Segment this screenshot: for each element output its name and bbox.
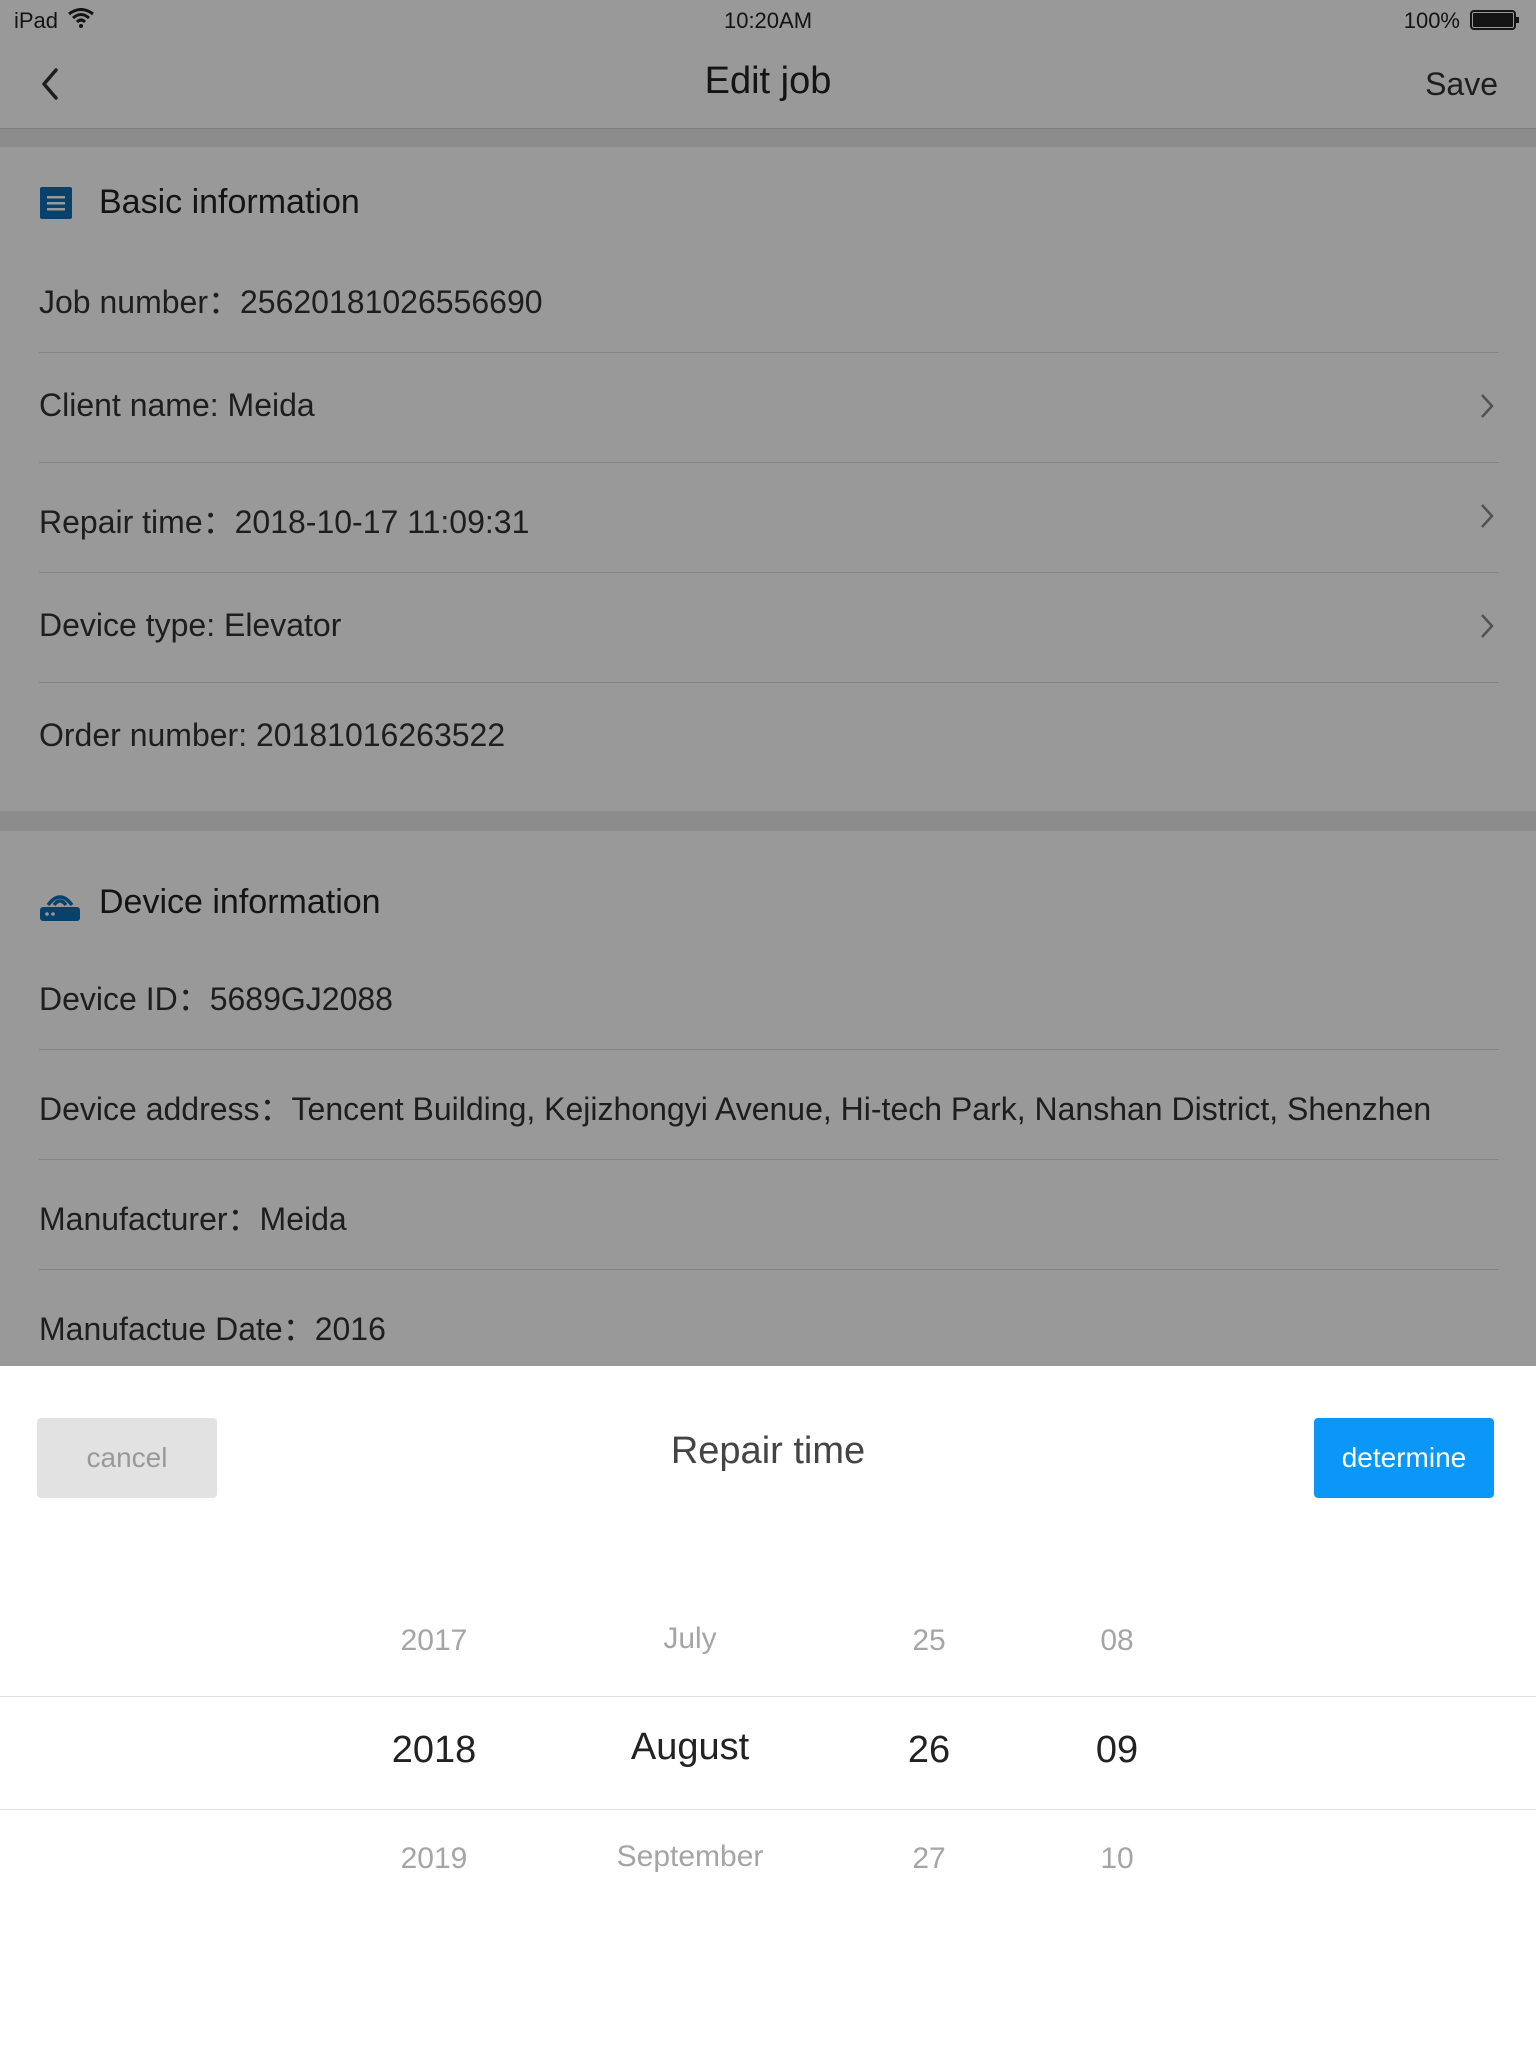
year-column[interactable]: 2017 2018 2019 [334, 1366, 534, 2048]
edit-job-screen: iPad 10:20AM 100% Edit job Save Basic in… [0, 0, 1536, 2048]
year-selected[interactable]: 2018 [334, 1729, 534, 1772]
month-column[interactable]: July August September [580, 1366, 800, 2048]
hour-column[interactable]: 08 09 10 [1037, 1366, 1197, 2048]
hour-option[interactable]: 08 [1037, 1624, 1197, 1658]
month-option[interactable]: September [580, 1840, 800, 1874]
modal-backdrop[interactable] [0, 0, 1536, 1366]
month-selected[interactable]: August [580, 1726, 800, 1769]
day-column[interactable]: 25 26 27 [849, 1366, 1009, 2048]
day-option[interactable]: 25 [849, 1624, 1009, 1658]
month-option[interactable]: July [580, 1622, 800, 1656]
determine-button[interactable]: determine [1314, 1418, 1494, 1498]
year-option[interactable]: 2017 [334, 1624, 534, 1658]
day-option[interactable]: 27 [849, 1842, 1009, 1876]
hour-selected[interactable]: 09 [1037, 1729, 1197, 1772]
hour-option[interactable]: 10 [1037, 1842, 1197, 1876]
year-option[interactable]: 2019 [334, 1842, 534, 1876]
day-selected[interactable]: 26 [849, 1729, 1009, 1772]
date-time-picker-sheet: cancel Repair time determine 2017 2018 2… [0, 1366, 1536, 2048]
